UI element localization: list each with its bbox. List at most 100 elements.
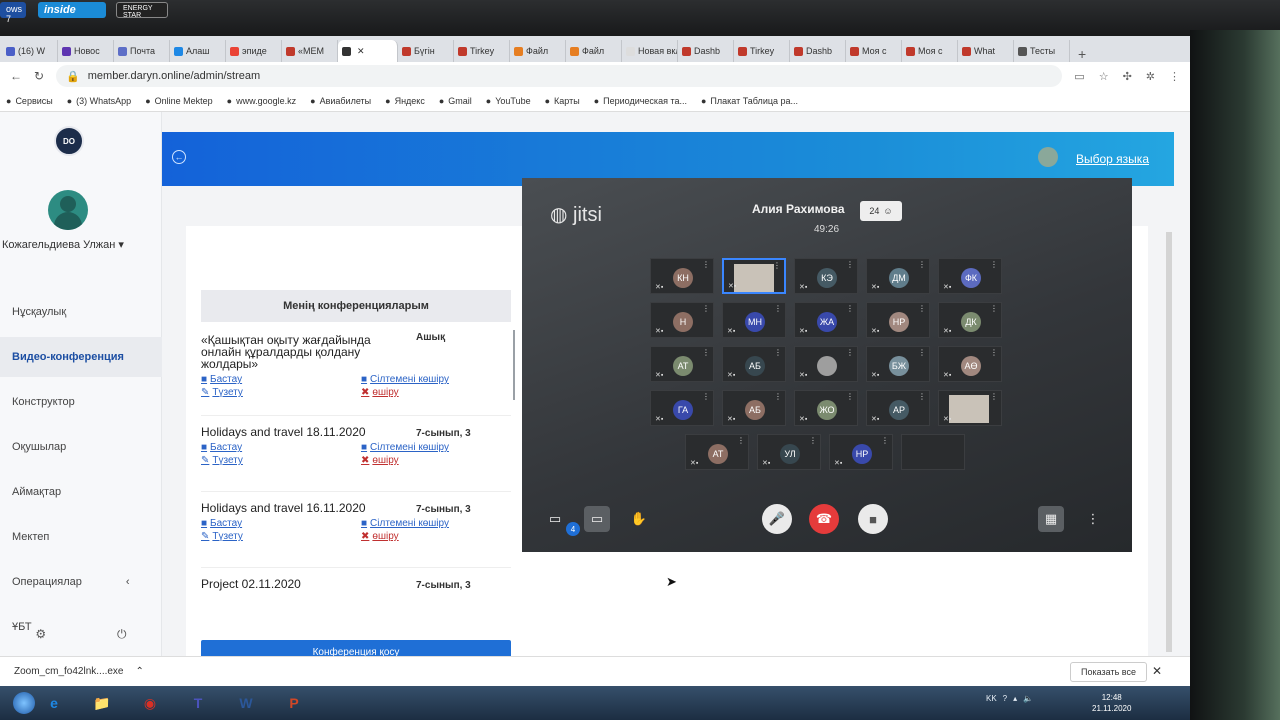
- participant-tile[interactable]: [901, 434, 965, 470]
- conference-edit-link[interactable]: ✎ Түзету: [201, 387, 361, 398]
- new-tab-button[interactable]: +: [1070, 46, 1094, 62]
- sidebar-item-6[interactable]: Операциялар ‹: [0, 562, 162, 602]
- bookmark-0[interactable]: ● Сервисы: [6, 96, 53, 106]
- conference-start-link[interactable]: ■ Бастау: [201, 518, 361, 529]
- hangup-button[interactable]: ☎: [809, 504, 839, 534]
- tab-8[interactable]: Tirkey: [454, 40, 510, 62]
- conference-edit-link[interactable]: ✎ Түзету: [201, 531, 361, 542]
- participants-count-badge[interactable]: 24 ☺: [860, 201, 902, 221]
- participant-tile[interactable]: ✕▪ ⋮: [722, 258, 786, 294]
- help-icon[interactable]: ?: [1003, 694, 1007, 703]
- reload-icon[interactable]: ↻: [34, 69, 44, 83]
- bookmark-7[interactable]: ● YouTube: [486, 96, 531, 106]
- conference-copy-link[interactable]: ■ Сілтемені көшіру: [361, 442, 511, 453]
- participant-tile[interactable]: УЛ ✕▪ ⋮: [757, 434, 821, 470]
- cast-icon[interactable]: ▭: [1074, 70, 1084, 83]
- tab-6[interactable]: ✕: [338, 40, 398, 62]
- tile-menu-icon[interactable]: ⋮: [846, 392, 854, 401]
- participant-tile[interactable]: АТ ✕▪ ⋮: [685, 434, 749, 470]
- collapse-icon[interactable]: ←: [172, 150, 186, 164]
- bookmark-1[interactable]: ● (3) WhatsApp: [67, 96, 131, 106]
- chevron-up-icon[interactable]: ⌃: [136, 666, 144, 677]
- tab-4[interactable]: эпиде: [226, 40, 282, 62]
- participant-tile[interactable]: ✕▪ ⋮: [938, 390, 1002, 426]
- participant-tile[interactable]: АӨ ✕▪ ⋮: [938, 346, 1002, 382]
- bookmark-9[interactable]: ● Периодическая та...: [594, 96, 687, 106]
- participant-tile[interactable]: ДМ ✕▪ ⋮: [866, 258, 930, 294]
- participant-tile[interactable]: ДК ✕▪ ⋮: [938, 302, 1002, 338]
- tab-7[interactable]: Бүгін: [398, 40, 454, 62]
- participant-tile[interactable]: ✕▪ ⋮: [794, 346, 858, 382]
- tile-menu-icon[interactable]: ⋮: [881, 436, 889, 445]
- screenshare-button[interactable]: ▭: [584, 506, 610, 532]
- sidebar-item-2[interactable]: Конструктор: [0, 382, 162, 422]
- word-icon[interactable]: W: [226, 689, 266, 717]
- volume-icon[interactable]: 🔈: [1023, 694, 1033, 703]
- participant-tile[interactable]: НР ✕▪ ⋮: [829, 434, 893, 470]
- download-item[interactable]: Zoom_cm_fo42lnk....exe: [14, 666, 124, 677]
- participant-tile[interactable]: Н ✕▪ ⋮: [650, 302, 714, 338]
- language-indicator[interactable]: KK: [986, 694, 997, 703]
- site-logo[interactable]: DO: [54, 126, 84, 156]
- tab-2[interactable]: Почта: [114, 40, 170, 62]
- sidebar-item-1[interactable]: Видео-конференция: [0, 337, 162, 377]
- participant-tile[interactable]: АБ ✕▪ ⋮: [722, 346, 786, 382]
- conference-edit-link[interactable]: ✎ Түзету: [201, 455, 361, 466]
- camera-button[interactable]: ■: [858, 504, 888, 534]
- tab-5[interactable]: «МЕМ: [282, 40, 338, 62]
- sidebar-item-3[interactable]: Оқушылар: [0, 427, 162, 467]
- tile-menu-icon[interactable]: ⋮: [990, 304, 998, 313]
- participant-tile[interactable]: МН ✕▪ ⋮: [722, 302, 786, 338]
- tile-menu-icon[interactable]: ⋮: [702, 348, 710, 357]
- tab-18[interactable]: Тесты: [1014, 40, 1070, 62]
- participant-tile[interactable]: ЖА ✕▪ ⋮: [794, 302, 858, 338]
- internet-explorer-icon[interactable]: e: [34, 689, 74, 717]
- conference-start-link[interactable]: ■ Бастау: [201, 374, 361, 385]
- tile-menu-icon[interactable]: ⋮: [990, 348, 998, 357]
- bookmark-2[interactable]: ● Online Mektep: [145, 96, 212, 106]
- star-icon[interactable]: ☆: [1099, 70, 1109, 83]
- tile-menu-icon[interactable]: ⋮: [774, 392, 782, 401]
- user-menu[interactable]: Кожагельдиева Улжан ▾: [0, 238, 162, 251]
- conference-copy-link[interactable]: ■ Сілтемені көшіру: [361, 518, 511, 529]
- tab-1[interactable]: Новос: [58, 40, 114, 62]
- conference-delete-link[interactable]: ✖ өшіру: [361, 387, 511, 398]
- tile-menu-icon[interactable]: ⋮: [774, 304, 782, 313]
- participant-tile[interactable]: АР ✕▪ ⋮: [866, 390, 930, 426]
- menu-icon[interactable]: ⋮: [1169, 70, 1180, 83]
- conference-list-scrollbar[interactable]: [513, 330, 515, 400]
- conference-delete-link[interactable]: ✖ өшіру: [361, 455, 511, 466]
- tile-menu-icon[interactable]: ⋮: [918, 348, 926, 357]
- participant-tile[interactable]: ЖО ✕▪ ⋮: [794, 390, 858, 426]
- raise-hand-button[interactable]: ✋: [626, 506, 652, 532]
- profile-icon[interactable]: ✲: [1146, 70, 1155, 83]
- bookmark-4[interactable]: ● Авиабилеты: [310, 96, 371, 106]
- tab-17[interactable]: What: [958, 40, 1014, 62]
- profile-avatar[interactable]: [1038, 147, 1058, 167]
- conference-copy-link[interactable]: ■ Сілтемені көшіру: [361, 374, 511, 385]
- powerpoint-icon[interactable]: P: [274, 689, 314, 717]
- tile-menu-icon[interactable]: ⋮: [702, 304, 710, 313]
- language-select-link[interactable]: Выбор языка: [1076, 152, 1149, 166]
- participant-tile[interactable]: БЖ ✕▪ ⋮: [866, 346, 930, 382]
- network-icon[interactable]: ▴: [1013, 694, 1017, 703]
- tab-12[interactable]: Dashb: [678, 40, 734, 62]
- sidebar-item-5[interactable]: Мектеп: [0, 517, 162, 557]
- chrome-icon[interactable]: ◉: [130, 689, 170, 717]
- microphone-button[interactable]: 🎤: [762, 504, 792, 534]
- tab-14[interactable]: Dashb: [790, 40, 846, 62]
- tile-menu-icon[interactable]: ⋮: [990, 260, 998, 269]
- power-icon[interactable]: ⏻: [117, 627, 127, 642]
- tab-9[interactable]: Файл: [510, 40, 566, 62]
- tile-menu-icon[interactable]: ⋮: [918, 304, 926, 313]
- bookmark-10[interactable]: ● Плакат Таблица ра...: [701, 96, 798, 106]
- tile-menu-icon[interactable]: ⋮: [846, 260, 854, 269]
- back-icon[interactable]: ←: [10, 69, 22, 83]
- bookmark-3[interactable]: ● www.google.kz: [227, 96, 296, 106]
- participant-tile[interactable]: АБ ✕▪ ⋮: [722, 390, 786, 426]
- tile-menu-icon[interactable]: ⋮: [774, 348, 782, 357]
- bookmark-5[interactable]: ● Яндекс: [385, 96, 425, 106]
- close-tab-icon[interactable]: ✕: [357, 46, 365, 57]
- tab-13[interactable]: Tirkey: [734, 40, 790, 62]
- participant-tile[interactable]: НР ✕▪ ⋮: [866, 302, 930, 338]
